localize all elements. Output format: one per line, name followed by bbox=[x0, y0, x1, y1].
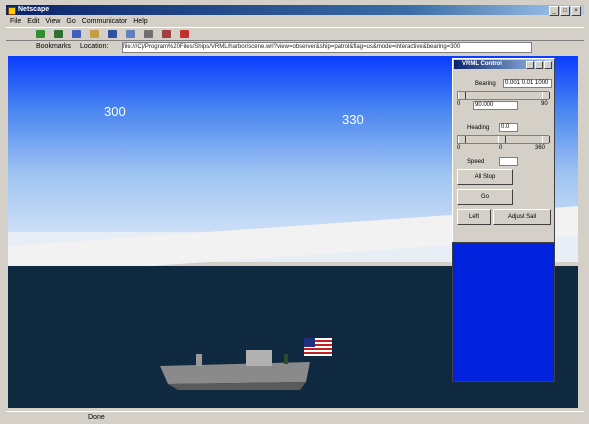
bearing-label-300: 300 bbox=[104, 104, 126, 119]
search-icon[interactable] bbox=[108, 30, 117, 38]
menu-help[interactable]: Help bbox=[133, 18, 147, 25]
menu-go[interactable]: Go bbox=[66, 18, 75, 25]
bearing-field[interactable]: 0.001 0.01 1000 bbox=[503, 79, 552, 88]
panel-title-bar: VRML Control bbox=[454, 60, 553, 69]
status-text: Done bbox=[88, 414, 105, 421]
slider-1-field[interactable]: 90.000 bbox=[473, 101, 518, 110]
menu-bar: File Edit View Go Communicator Help bbox=[6, 16, 588, 26]
go-button[interactable]: Go bbox=[457, 189, 513, 205]
panel-close-button[interactable] bbox=[544, 61, 552, 69]
panel-minimize-button[interactable] bbox=[526, 61, 534, 69]
bearing-label-330: 330 bbox=[342, 112, 364, 127]
slider-1[interactable] bbox=[457, 91, 550, 100]
status-bar: Done bbox=[6, 411, 584, 423]
slider-1-min: 0 bbox=[457, 101, 461, 107]
heading-label: Heading bbox=[467, 125, 490, 131]
home-icon[interactable] bbox=[90, 30, 99, 38]
us-flag bbox=[304, 338, 332, 356]
window-title: Netscape bbox=[18, 6, 50, 13]
slider-2-mid: 0 bbox=[499, 145, 503, 151]
bearing-label: Bearing bbox=[475, 81, 496, 87]
speed-label: Speed bbox=[467, 159, 485, 165]
browser-window: Netscape _ □ × File Edit View Go Communi… bbox=[0, 0, 589, 424]
maximize-button[interactable]: □ bbox=[560, 6, 570, 16]
navigation-toolbar bbox=[6, 27, 584, 41]
menu-file[interactable]: File bbox=[10, 18, 21, 25]
back-icon[interactable] bbox=[36, 30, 45, 38]
menu-edit[interactable]: Edit bbox=[27, 18, 39, 25]
panel-maximize-button[interactable] bbox=[535, 61, 543, 69]
all-stop-button[interactable]: All Stop bbox=[457, 169, 513, 185]
control-panel: VRML Control Bearing 0.001 0.01 1000 0 9… bbox=[452, 58, 555, 244]
slider-2-max: 360 bbox=[535, 145, 546, 151]
forward-icon[interactable] bbox=[54, 30, 63, 38]
stop-icon[interactable] bbox=[180, 30, 189, 38]
slider-2[interactable] bbox=[457, 135, 550, 144]
url-field[interactable]: file:///C|/Program%20Files/Ships/VRML/ha… bbox=[122, 42, 532, 53]
speed-field[interactable] bbox=[499, 157, 518, 166]
menu-communicator[interactable]: Communicator bbox=[82, 18, 128, 25]
print-icon[interactable] bbox=[144, 30, 153, 38]
patrol-boat bbox=[160, 350, 310, 390]
adjust-sail-button[interactable]: Adjust Sail bbox=[493, 209, 551, 225]
minimize-button[interactable]: _ bbox=[549, 6, 559, 16]
bookmarks-button[interactable]: Bookmarks bbox=[36, 43, 71, 50]
location-bar: Bookmarks Location: file:///C|/Program%2… bbox=[6, 41, 584, 53]
security-icon[interactable] bbox=[162, 30, 171, 38]
heading-field[interactable]: 0.0 bbox=[499, 123, 518, 132]
slider-1-max: 90 bbox=[541, 101, 548, 107]
app-icon bbox=[8, 7, 16, 15]
panel-title: VRML Control bbox=[462, 61, 502, 67]
left-button[interactable]: Left bbox=[457, 209, 491, 225]
reload-icon[interactable] bbox=[72, 30, 81, 38]
close-button[interactable]: × bbox=[571, 6, 581, 16]
blue-display-area bbox=[452, 242, 555, 382]
slider-2-min: 0 bbox=[457, 145, 461, 151]
title-bar: Netscape _ □ × bbox=[6, 5, 584, 16]
netscape-icon[interactable] bbox=[126, 30, 135, 38]
menu-view[interactable]: View bbox=[45, 18, 60, 25]
location-label: Location: bbox=[80, 43, 109, 50]
